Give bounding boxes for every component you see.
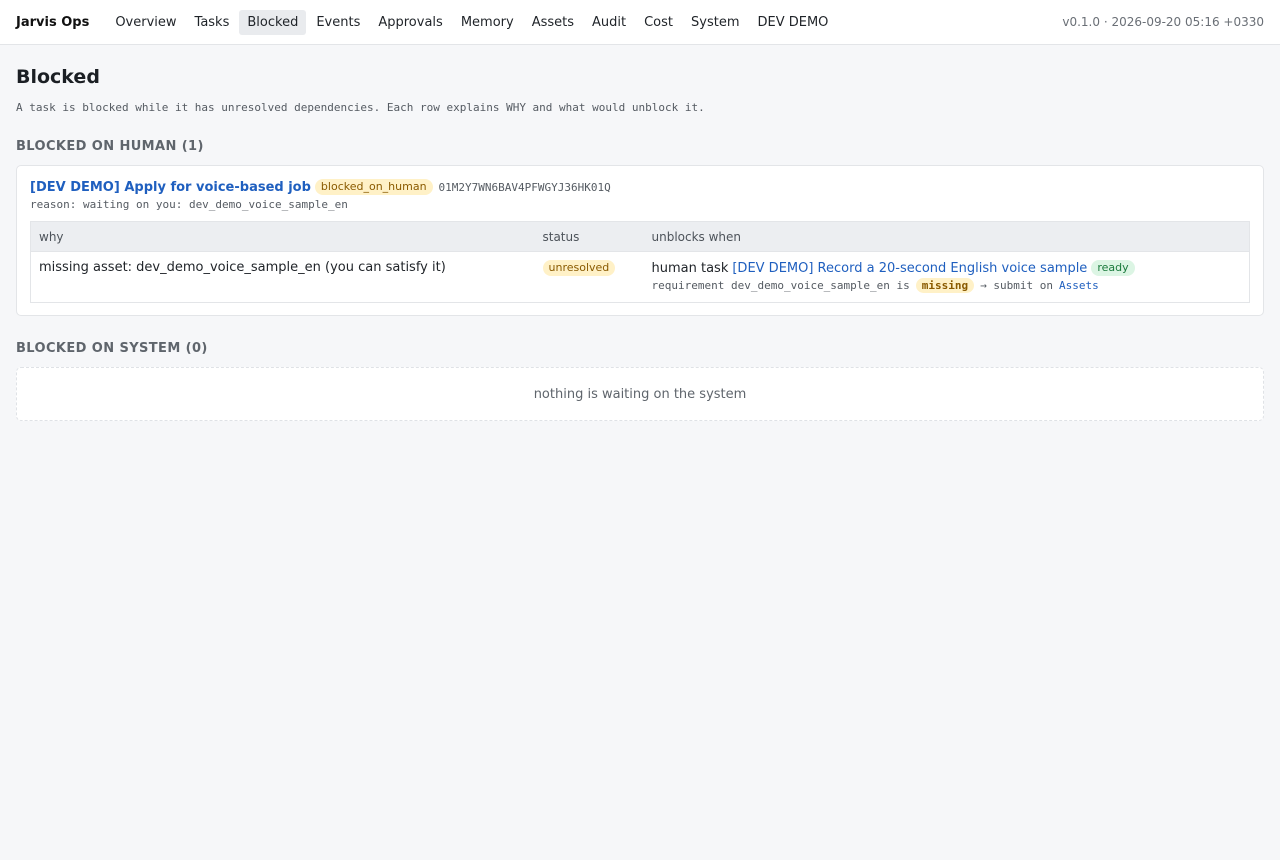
nav-overview[interactable]: Overview xyxy=(107,10,184,35)
nav-system[interactable]: System xyxy=(683,10,747,35)
nav-events[interactable]: Events xyxy=(308,10,368,35)
page-title: Blocked xyxy=(16,66,100,88)
column-header-status: status xyxy=(534,221,644,252)
unblock-prefix: human task xyxy=(651,260,729,276)
nav-blocked[interactable]: Blocked xyxy=(239,9,307,35)
nav-tasks[interactable]: Tasks xyxy=(187,10,238,35)
human-task-link[interactable]: [DEV DEMO] Record a 20-second English vo… xyxy=(732,261,1087,276)
blocked-task-card: [DEV DEMO] Apply for voice-based job blo… xyxy=(16,165,1264,316)
nav-cost[interactable]: Cost xyxy=(636,10,681,35)
table-row: missing asset: dev_demo_voice_sample_en … xyxy=(31,252,1250,303)
top-nav-bar: Jarvis Ops Overview Tasks Blocked Events… xyxy=(0,0,1280,45)
column-header-why: why xyxy=(30,221,535,252)
brand-logo-text[interactable]: Jarvis Ops xyxy=(16,15,89,30)
page-intro: A task is blocked while it has unresolve… xyxy=(16,101,705,114)
nav-audit[interactable]: Audit xyxy=(584,10,634,35)
task-id: 01M2Y7WN6BAV4PFWGYJ36HK01Q xyxy=(438,180,611,194)
dependency-table: why status unblocks when missing asset: … xyxy=(30,221,1250,303)
assets-link[interactable]: Assets xyxy=(1059,279,1099,292)
cell-unblocks: human task [DEV DEMO] Record a 20-second… xyxy=(644,252,1250,303)
section-heading-blocked-on-human: BLOCKED ON HUMAN (1) xyxy=(16,139,204,154)
column-header-unblocks: unblocks when xyxy=(643,221,1250,252)
unblock-line: human task [DEV DEMO] Record a 20-second… xyxy=(652,260,1242,276)
nav-assets[interactable]: Assets xyxy=(524,10,582,35)
requirement-line: requirement dev_demo_voice_sample_en is … xyxy=(652,278,1242,293)
cell-status: unresolved xyxy=(535,252,644,303)
ready-badge: ready xyxy=(1091,260,1135,276)
missing-badge: missing xyxy=(915,278,975,293)
version-timestamp: v0.1.0 · 2026-09-20 05:16 +0330 xyxy=(1062,15,1264,29)
task-title-link[interactable]: [DEV DEMO] Apply for voice-based job xyxy=(30,180,311,195)
requirement-prefix: requirement dev_demo_voice_sample_en is xyxy=(651,279,910,292)
task-state-badge: blocked_on_human xyxy=(314,179,433,195)
table-header-row: why status unblocks when xyxy=(30,221,1250,252)
task-reason: reason: waiting on you: dev_demo_voice_s… xyxy=(30,198,348,211)
main-content: Blocked A task is blocked while it has u… xyxy=(0,66,1280,421)
main-nav: Overview Tasks Blocked Events Approvals … xyxy=(107,9,836,35)
status-badge: unresolved xyxy=(542,260,616,276)
requirement-arrow: → submit on xyxy=(980,279,1053,292)
section-heading-blocked-on-system: BLOCKED ON SYSTEM (0) xyxy=(16,341,208,356)
empty-state: nothing is waiting on the system xyxy=(16,367,1264,421)
cell-why: missing asset: dev_demo_voice_sample_en … xyxy=(39,260,446,275)
nav-dev-demo[interactable]: DEV DEMO xyxy=(749,10,836,35)
nav-approvals[interactable]: Approvals xyxy=(370,10,450,35)
task-header: [DEV DEMO] Apply for voice-based job blo… xyxy=(30,179,1250,195)
nav-memory[interactable]: Memory xyxy=(453,10,522,35)
